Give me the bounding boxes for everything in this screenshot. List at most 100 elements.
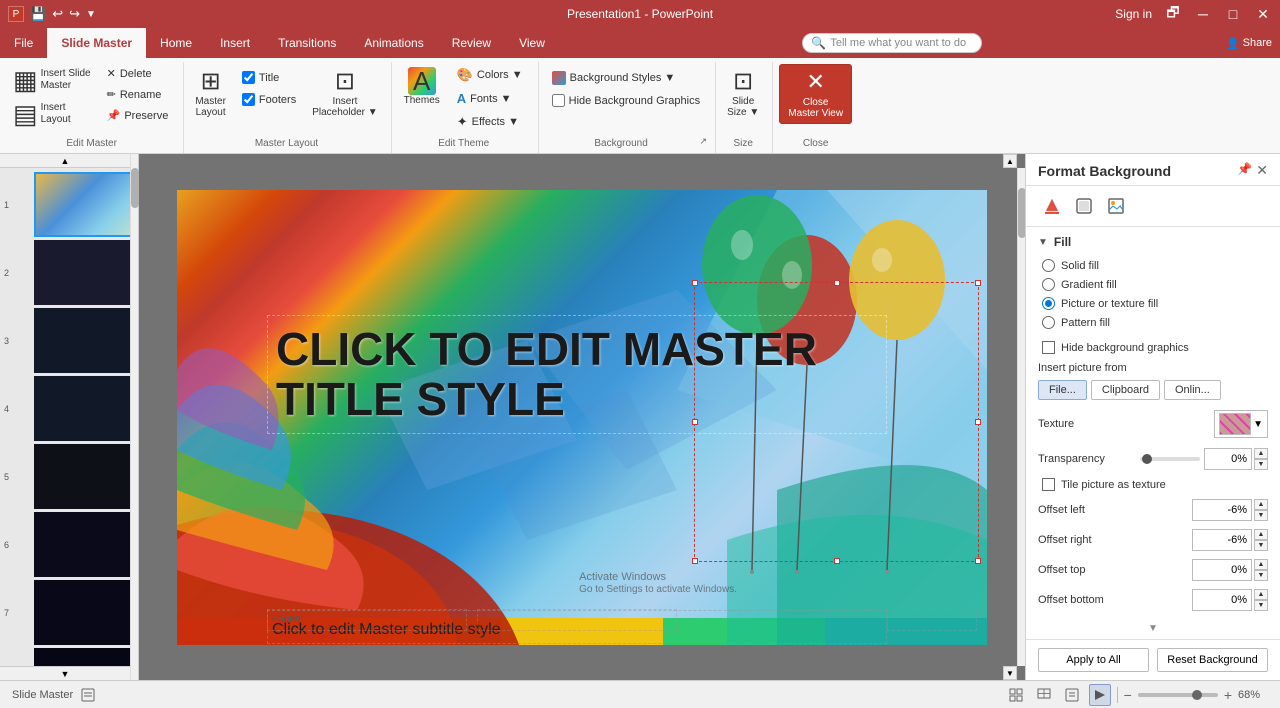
minimize-btn[interactable]: ─ [1194,5,1212,23]
offset-bottom-down[interactable]: ▼ [1254,600,1268,611]
close-master-view-button[interactable]: ✕ CloseMaster View [779,64,852,124]
close-btn[interactable]: ✕ [1254,5,1272,23]
picture-fill-option[interactable]: Picture or texture fill [1042,297,1268,310]
reading-view-btn[interactable] [1061,684,1083,706]
transparency-input[interactable] [1204,448,1252,470]
zoom-out-btn[interactable]: − [1124,688,1132,702]
slideshow-btn[interactable] [1089,684,1111,706]
delete-button[interactable]: ✕ Delete [100,64,176,83]
offset-left-input[interactable] [1192,499,1252,521]
solid-fill-radio[interactable] [1042,259,1055,272]
slide-number-area[interactable] [887,609,977,631]
insert-slide-master-button[interactable]: ▦ Insert SlideMaster [8,64,96,96]
effects-icon-btn[interactable] [1070,192,1098,220]
tile-picture-item[interactable]: Tile picture as texture [1042,478,1268,491]
tab-slide-master[interactable]: Slide Master [47,28,146,58]
offset-top-input[interactable] [1192,559,1252,581]
slide-thumb-5[interactable] [34,444,130,509]
format-panel-pin[interactable]: 📌 [1237,162,1252,179]
offset-right-up[interactable]: ▲ [1254,529,1268,540]
slide-size-button[interactable]: ⊡ SlideSize ▼ [722,64,764,121]
offset-right-down[interactable]: ▼ [1254,540,1268,551]
tab-transitions[interactable]: Transitions [264,28,350,58]
fill-section-header[interactable]: ▼ Fill [1038,235,1268,249]
fill-icon-btn[interactable] [1038,192,1066,220]
zoom-in-btn[interactable]: + [1224,688,1232,702]
image-icon-btn[interactable] [1102,192,1130,220]
tab-review[interactable]: Review [438,28,505,58]
texture-selector[interactable]: ▼ [1214,410,1268,438]
file-button[interactable]: File... [1038,380,1087,400]
date-area[interactable] [477,609,677,631]
slide-thumb-6[interactable] [34,512,130,577]
slide-panel-scrollbar[interactable] [130,154,138,680]
pattern-fill-radio[interactable] [1042,316,1055,329]
slide-title-area[interactable]: CLICK TO EDIT MASTER TITLE STYLE [267,315,887,434]
hide-bg-graphics-label[interactable]: Hide Background Graphics [545,91,707,110]
offset-bottom-input[interactable] [1192,589,1252,611]
picture-fill-radio[interactable] [1042,297,1055,310]
offset-bottom-up[interactable]: ▲ [1254,589,1268,600]
fonts-button[interactable]: A Fonts ▼ [450,88,530,109]
slide-thumb-8[interactable] [34,648,130,666]
pattern-fill-option[interactable]: Pattern fill [1042,316,1268,329]
slide-thumb-4[interactable] [34,376,130,441]
insert-placeholder-button[interactable]: ⊡ InsertPlaceholder ▼ [307,64,383,121]
tab-view[interactable]: View [505,28,559,58]
rename-button[interactable]: ✏ Rename [100,85,176,104]
maximize-btn[interactable]: □ [1224,5,1242,23]
reset-background-button[interactable]: Reset Background [1157,648,1268,672]
footer-area[interactable]: Footer [267,609,467,631]
slide-thumb-3[interactable] [34,308,130,373]
tab-insert[interactable]: Insert [206,28,264,58]
master-layout-button[interactable]: ⊞ MasterLayout [190,64,231,121]
transparency-slider[interactable] [1140,457,1200,461]
preserve-button[interactable]: 📌 Preserve [100,106,176,125]
slide-thumb-7[interactable] [34,580,130,645]
quick-customize[interactable]: ▼ [86,9,96,20]
background-dialog-launcher[interactable]: ↗ [700,136,708,147]
solid-fill-option[interactable]: Solid fill [1042,259,1268,272]
apply-to-all-button[interactable]: Apply to All [1038,648,1149,672]
slide-sorter-btn[interactable] [1033,684,1055,706]
transparency-down[interactable]: ▼ [1254,459,1268,470]
canvas-scrollbar[interactable] [1017,168,1025,666]
normal-view-btn[interactable] [1005,684,1027,706]
slide-thumb-2[interactable] [34,240,130,305]
quick-redo[interactable]: ↪ [69,6,80,22]
scroll-down-arrow[interactable]: ▼ [0,666,130,680]
clipboard-button[interactable]: Clipboard [1091,380,1160,400]
effects-button[interactable]: ✦ Effects ▼ [450,111,530,133]
colors-button[interactable]: 🎨 Colors ▼ [450,64,530,86]
sign-in-button[interactable]: Sign in [1115,7,1152,21]
slide-thumb-1[interactable] [34,172,130,237]
hide-bg-checkbox[interactable] [552,94,565,107]
offset-right-input[interactable] [1192,529,1252,551]
offset-top-down[interactable]: ▼ [1254,570,1268,581]
gradient-fill-option[interactable]: Gradient fill [1042,278,1268,291]
canvas-scroll-up[interactable]: ▲ [1003,154,1017,168]
offset-top-up[interactable]: ▲ [1254,559,1268,570]
tell-me-input[interactable]: 🔍 Tell me what you want to do [802,33,982,53]
quick-save[interactable]: 💾 [30,6,46,22]
zoom-slider[interactable] [1138,693,1218,697]
tab-file[interactable]: File [0,28,47,58]
restore-btn[interactable]: 🗗 [1164,5,1182,23]
offset-left-down[interactable]: ▼ [1254,510,1268,521]
title-checkbox-label[interactable]: Title [235,68,303,87]
footers-checkbox-label[interactable]: Footers [235,90,303,109]
offset-left-up[interactable]: ▲ [1254,499,1268,510]
transparency-up[interactable]: ▲ [1254,448,1268,459]
tab-home[interactable]: Home [146,28,206,58]
title-checkbox[interactable] [242,71,255,84]
hide-bg-checkbox-box[interactable] [1042,341,1055,354]
zoom-level[interactable]: 68% [1238,689,1268,701]
gradient-fill-radio[interactable] [1042,278,1055,291]
tab-animations[interactable]: Animations [350,28,437,58]
background-styles-button[interactable]: Background Styles ▼ [545,68,707,88]
themes-button[interactable]: A Themes [398,64,446,109]
notes-button[interactable] [81,688,95,702]
canvas-scroll-down[interactable]: ▼ [1003,666,1017,680]
footers-checkbox[interactable] [242,93,255,106]
format-panel-close[interactable]: ✕ [1256,162,1268,179]
